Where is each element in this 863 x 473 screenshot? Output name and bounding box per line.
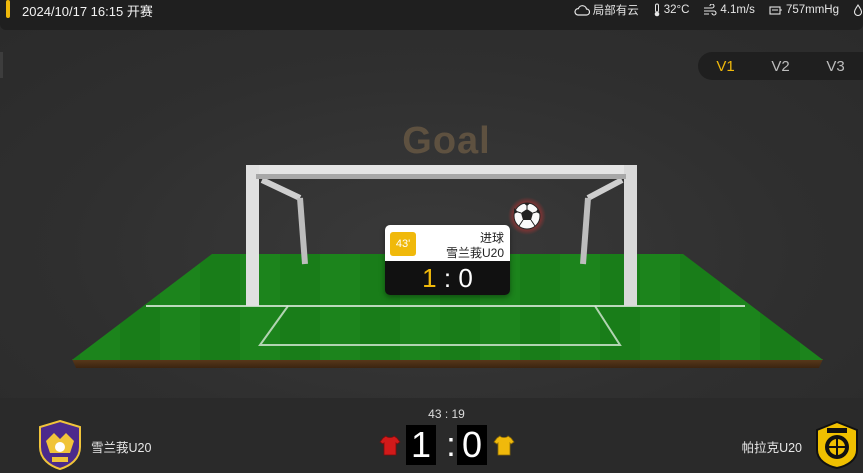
event-score-away: 0 — [458, 263, 473, 293]
home-score: 1 — [406, 425, 436, 465]
event-score-home: 1 — [422, 263, 437, 293]
away-kit-icon — [493, 435, 515, 456]
away-team-logo — [816, 420, 858, 470]
goal-crossbar — [246, 165, 636, 175]
away-team-name: 帕拉克U20 — [741, 441, 802, 455]
home-kit-icon — [379, 435, 401, 456]
event-popup-header: 43' 进球 雪兰莪U20 — [385, 225, 510, 261]
event-team: 雪兰莪U20 — [445, 246, 504, 260]
home-team-logo — [39, 419, 81, 471]
event-minute-badge: 43' — [390, 232, 416, 256]
football-icon — [508, 197, 546, 235]
match-clock: 43 : 19 — [428, 407, 465, 421]
event-score: 1 : 0 — [385, 261, 510, 295]
goal-left-post — [246, 165, 259, 306]
event-popup: 43' 进球 雪兰莪U20 1 : 0 — [385, 225, 510, 295]
event-score-separator: : — [443, 263, 452, 293]
home-team-name: 雪兰莪U20 — [91, 441, 152, 455]
goal-right-post — [624, 165, 637, 306]
pitch-soil-edge — [72, 359, 823, 368]
away-score: 0 — [457, 425, 487, 465]
event-title: Goal — [402, 120, 491, 162]
